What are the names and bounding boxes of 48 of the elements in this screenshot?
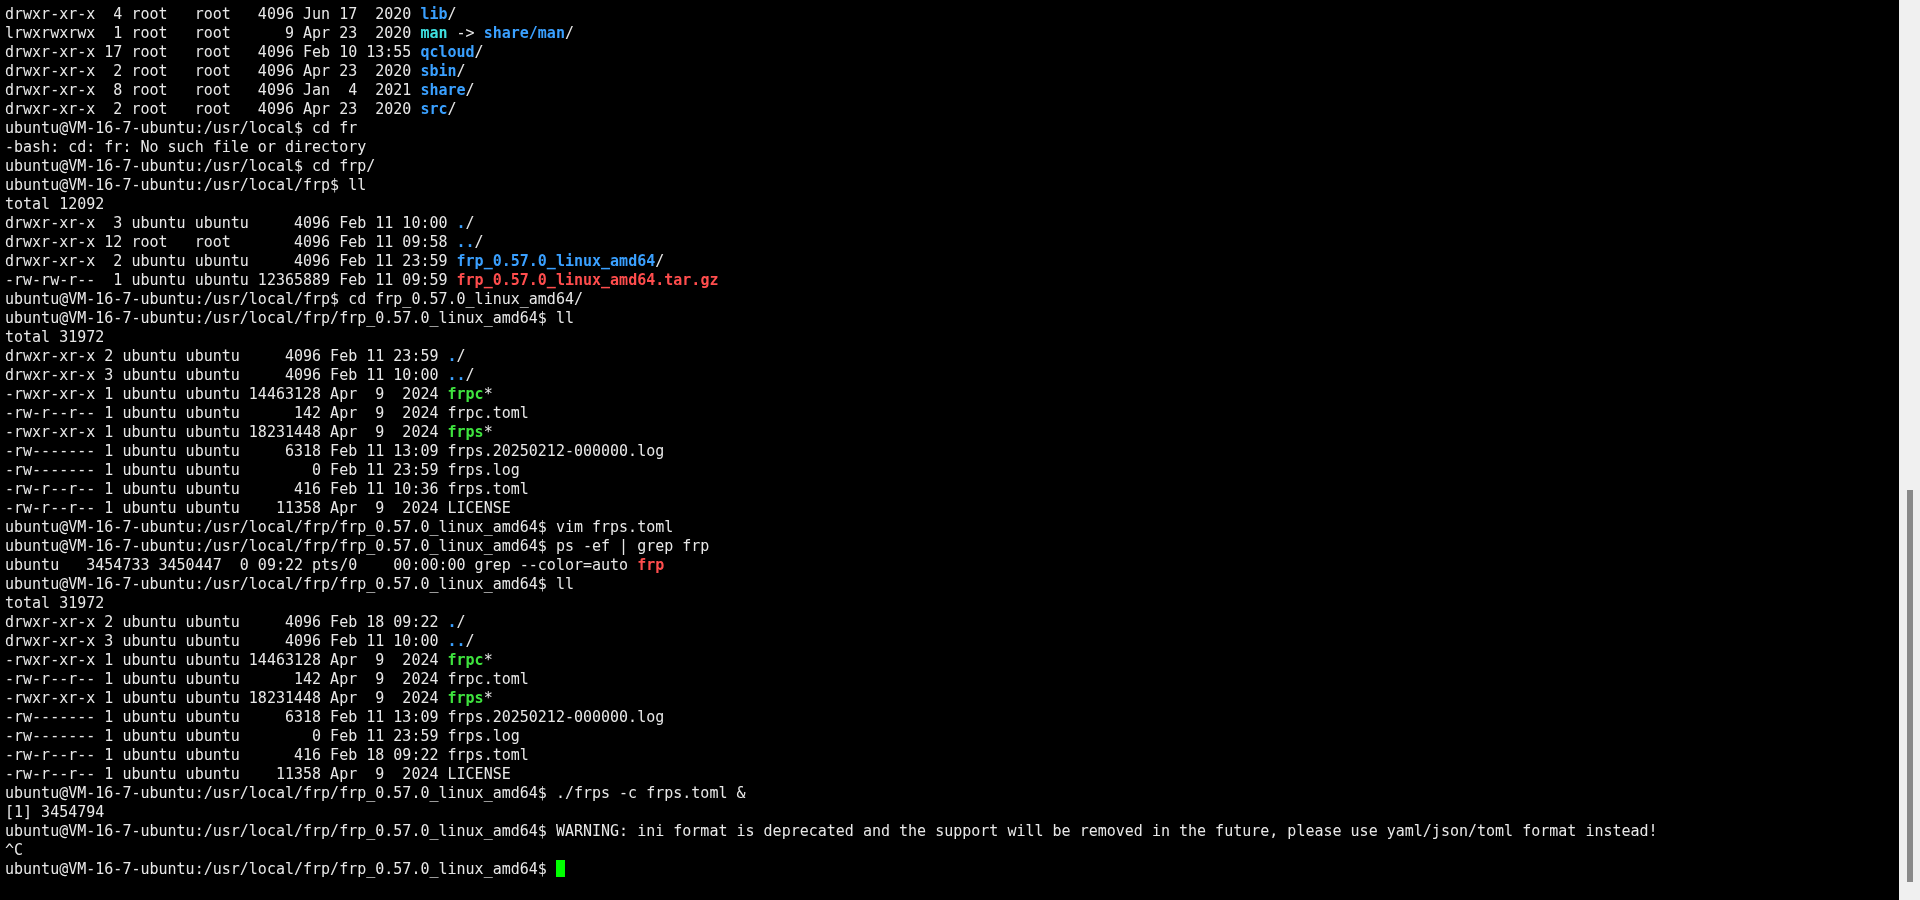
- terminal-line: drwxr-xr-x 2 ubuntu ubuntu 4096 Feb 18 09:22 ./: [5, 613, 466, 632]
- terminal-line: drwxr-xr-x 4 root root 4096 Jun 17 2020 lib/: [5, 5, 457, 24]
- terminal-line: -rw------- 1 ubuntu ubuntu 6318 Feb 11 13:09 frps.20250212-000000.log: [5, 708, 665, 727]
- terminal-line: ubuntu@VM-16-7-ubuntu:/usr/local$ cd frp/: [5, 157, 376, 176]
- terminal-line: -rwxr-xr-x 1 ubuntu ubuntu 14463128 Apr 9 2024 frpc*: [5, 651, 493, 670]
- terminal-line: ubuntu@VM-16-7-ubuntu:/usr/local/frp$ ll: [5, 176, 367, 195]
- terminal-line: total 31972: [5, 328, 105, 347]
- scrollbar[interactable]: [1899, 0, 1920, 900]
- terminal-line: lrwxrwxrwx 1 root root 9 Apr 23 2020 man -> share/man/: [5, 24, 574, 43]
- terminal-line: ubuntu@VM-16-7-ubuntu:/usr/local/frp/frp_0.57.0_linux_amd64$ vim frps.toml: [5, 518, 674, 537]
- terminal-line: ubuntu@VM-16-7-ubuntu:/usr/local/frp$ cd frp_0.57.0_linux_amd64/: [5, 290, 583, 309]
- terminal-line: drwxr-xr-x 2 ubuntu ubuntu 4096 Feb 11 23:59 ./: [5, 347, 466, 366]
- terminal-line: ubuntu 3454733 3450447 0 09:22 pts/0 00:00:00 grep --color=auto frp: [5, 556, 665, 575]
- terminal-line: drwxr-xr-x 12 root root 4096 Feb 11 09:58 ../: [5, 233, 484, 252]
- terminal-line: ubuntu@VM-16-7-ubuntu:/usr/local/frp/frp_0.57.0_linux_amd64$ WARNING: ini format is deprecated and the support will be removed in the future, please use yaml/json/toml format instead!: [5, 822, 1658, 841]
- terminal-line: -rwxr-xr-x 1 ubuntu ubuntu 18231448 Apr 9 2024 frps*: [5, 423, 493, 442]
- terminal-line: -rw-rw-r-- 1 ubuntu ubuntu 12365889 Feb 11 09:59 frp_0.57.0_linux_amd64.tar.gz: [5, 271, 719, 290]
- terminal-line: -rw------- 1 ubuntu ubuntu 0 Feb 11 23:59 frps.log: [5, 461, 520, 480]
- terminal-line: [1] 3454794: [5, 803, 105, 822]
- terminal-line: -rwxr-xr-x 1 ubuntu ubuntu 14463128 Apr 9 2024 frpc*: [5, 385, 493, 404]
- terminal-line: -rw-r--r-- 1 ubuntu ubuntu 142 Apr 9 2024 frpc.toml: [5, 670, 529, 689]
- terminal-line: -rwxr-xr-x 1 ubuntu ubuntu 18231448 Apr 9 2024 frps*: [5, 689, 493, 708]
- terminal-line: ubuntu@VM-16-7-ubuntu:/usr/local/frp/frp_0.57.0_linux_amd64$ ps -ef | grep frp: [5, 537, 710, 556]
- terminal-line: ubuntu@VM-16-7-ubuntu:/usr/local/frp/frp_0.57.0_linux_amd64$ ll: [5, 575, 574, 594]
- terminal-line: -rw------- 1 ubuntu ubuntu 6318 Feb 11 13:09 frps.20250212-000000.log: [5, 442, 665, 461]
- scrollbar-thumb[interactable]: [1906, 490, 1913, 882]
- terminal-line: drwxr-xr-x 3 ubuntu ubuntu 4096 Feb 11 10:00 ../: [5, 366, 475, 385]
- terminal-line: -bash: cd: fr: No such file or directory: [5, 138, 367, 157]
- terminal-line: ubuntu@VM-16-7-ubuntu:/usr/local/frp/frp_0.57.0_linux_amd64$ ./frps -c frps.toml &: [5, 784, 746, 803]
- terminal-line: -rw-r--r-- 1 ubuntu ubuntu 142 Apr 9 2024 frpc.toml: [5, 404, 529, 423]
- terminal-line: -rw-r--r-- 1 ubuntu ubuntu 416 Feb 18 09:22 frps.toml: [5, 746, 529, 765]
- terminal-line: total 12092: [5, 195, 105, 214]
- terminal-line: -rw-r--r-- 1 ubuntu ubuntu 11358 Apr 9 2024 LICENSE: [5, 765, 511, 784]
- terminal-line: drwxr-xr-x 3 ubuntu ubuntu 4096 Feb 11 10:00 ./: [5, 214, 475, 233]
- terminal-line: ^C: [5, 841, 24, 860]
- terminal-line: total 31972: [5, 594, 105, 613]
- terminal-line: ubuntu@VM-16-7-ubuntu:/usr/local/frp/frp_0.57.0_linux_amd64$: [5, 860, 565, 879]
- terminal-line: drwxr-xr-x 8 root root 4096 Jan 4 2021 share/: [5, 81, 475, 100]
- terminal-line: drwxr-xr-x 2 root root 4096 Apr 23 2020 sbin/: [5, 62, 466, 81]
- terminal-line: drwxr-xr-x 3 ubuntu ubuntu 4096 Feb 11 10:00 ../: [5, 632, 475, 651]
- terminal-line: -rw------- 1 ubuntu ubuntu 0 Feb 11 23:59 frps.log: [5, 727, 520, 746]
- terminal-line: ubuntu@VM-16-7-ubuntu:/usr/local$ cd fr: [5, 119, 358, 138]
- terminal-line: -rw-r--r-- 1 ubuntu ubuntu 416 Feb 11 10:36 frps.toml: [5, 480, 529, 499]
- terminal-line: drwxr-xr-x 2 root root 4096 Apr 23 2020 src/: [5, 100, 457, 119]
- terminal-line: ubuntu@VM-16-7-ubuntu:/usr/local/frp/frp_0.57.0_linux_amd64$ ll: [5, 309, 574, 328]
- terminal-line: drwxr-xr-x 17 root root 4096 Feb 10 13:55 qcloud/: [5, 43, 484, 62]
- terminal-line: -rw-r--r-- 1 ubuntu ubuntu 11358 Apr 9 2024 LICENSE: [5, 499, 511, 518]
- terminal-line: drwxr-xr-x 2 ubuntu ubuntu 4096 Feb 11 23:59 frp_0.57.0_linux_amd64/: [5, 252, 665, 271]
